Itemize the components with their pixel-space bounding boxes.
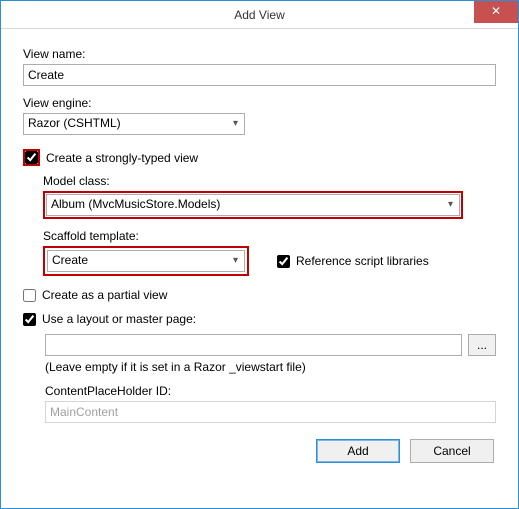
strongly-typed-label: Create a strongly-typed view: [46, 151, 198, 165]
highlight-strongly-typed: [23, 149, 40, 166]
dialog-content: View name: View engine: Razor (CSHTML) ▾…: [1, 29, 518, 477]
strongly-typed-checkbox[interactable]: [25, 151, 38, 164]
browse-layout-button[interactable]: ...: [468, 334, 496, 356]
scaffold-template-select[interactable]: Create ▾: [47, 250, 245, 272]
chevron-down-icon: ▾: [233, 255, 238, 266]
close-button[interactable]: ✕: [474, 1, 518, 23]
add-view-dialog: Add View ✕ View name: View engine: Razor…: [0, 0, 519, 509]
add-button[interactable]: Add: [316, 439, 400, 463]
model-class-value: Album (MvcMusicStore.Models): [51, 197, 220, 211]
scaffold-template-label: Scaffold template:: [43, 229, 496, 243]
placeholder-id-input: [45, 401, 496, 423]
view-engine-select[interactable]: Razor (CSHTML) ▾: [23, 113, 245, 135]
reference-script-checkbox[interactable]: [277, 255, 290, 268]
layout-hint: (Leave empty if it is set in a Razor _vi…: [45, 360, 496, 374]
placeholder-id-label: ContentPlaceHolder ID:: [45, 384, 496, 398]
layout-path-input[interactable]: [45, 334, 462, 356]
highlight-model-class: Album (MvcMusicStore.Models) ▾: [43, 191, 463, 219]
partial-view-checkbox[interactable]: [23, 289, 36, 302]
scaffold-template-value: Create: [52, 253, 88, 267]
reference-script-label: Reference script libraries: [296, 254, 429, 268]
use-layout-label: Use a layout or master page:: [42, 312, 196, 326]
view-engine-value: Razor (CSHTML): [28, 116, 121, 130]
view-engine-label: View engine:: [23, 96, 496, 110]
use-layout-checkbox[interactable]: [23, 313, 36, 326]
cancel-button[interactable]: Cancel: [410, 439, 494, 463]
highlight-scaffold: Create ▾: [43, 246, 249, 276]
partial-view-label: Create as a partial view: [42, 288, 167, 302]
ellipsis-icon: ...: [477, 338, 487, 352]
view-name-label: View name:: [23, 47, 496, 61]
close-icon: ✕: [491, 4, 501, 18]
chevron-down-icon: ▾: [233, 118, 238, 129]
dialog-title: Add View: [1, 1, 518, 29]
model-class-label: Model class:: [43, 174, 496, 188]
chevron-down-icon: ▾: [448, 199, 453, 210]
model-class-select[interactable]: Album (MvcMusicStore.Models) ▾: [46, 194, 460, 216]
view-name-input[interactable]: [23, 64, 496, 86]
titlebar: Add View ✕: [1, 1, 518, 29]
